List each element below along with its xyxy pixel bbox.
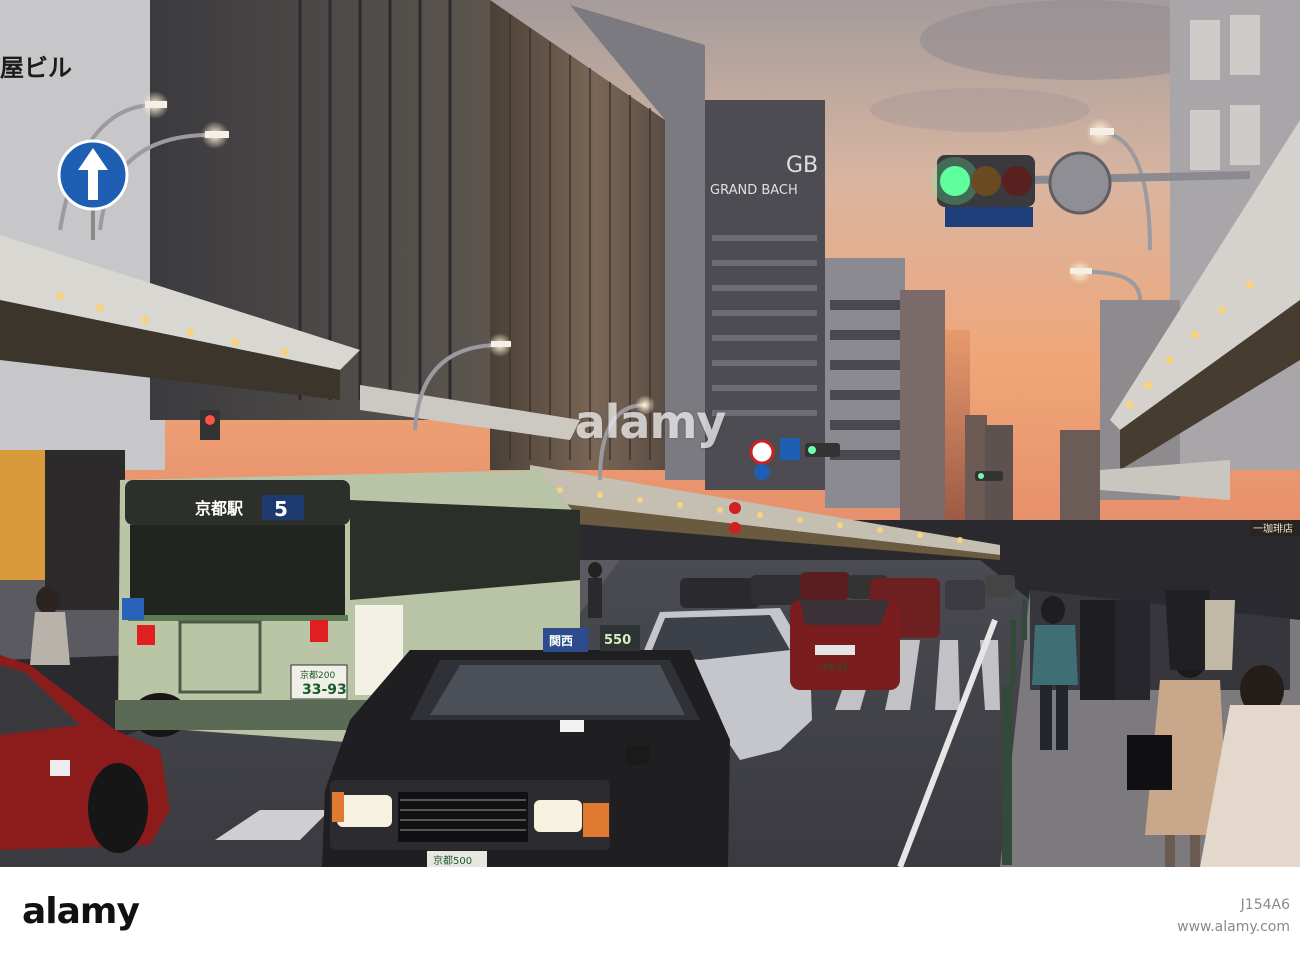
taxi-plate: 京都500 [433,854,472,867]
building-sign: 屋ビル [0,54,72,82]
site-url[interactable]: www.alamy.com [990,919,1290,935]
cloud [870,88,1090,132]
taxi-roof-sign: 関西 [549,634,573,648]
bus-plate-number: 33-93 [302,682,347,698]
building-mid-2 [900,290,945,520]
bus-destination-label: 京都駅 [195,499,244,518]
alamy-logo: alamy [22,891,140,932]
far-building [1060,430,1100,520]
image-id: J154A6 [1240,897,1290,913]
right-shop-sign: 一珈琲店 [1253,522,1293,535]
footer-bar: alamy J154A6 www.alamy.com [0,867,1300,957]
street-photo: GB GRAND BACH 屋ビル 京都駅 5 京都200 33-93 関西 5… [0,0,1300,867]
storefront [45,450,125,610]
building-mid [825,258,905,508]
hotel-monogram: GB [786,153,818,178]
storefront-lanterns [0,450,45,580]
svg-text:alamy: alamy [22,891,139,932]
bus-plate-region: 京都200 [300,669,335,681]
hotel-sign: GRAND BACH [710,183,798,198]
far-building [965,415,987,520]
bus-route-number: 5 [274,497,288,521]
taxi-roof-number: 550 [604,633,631,648]
far-taxi-plate: 29-53 [822,663,848,673]
